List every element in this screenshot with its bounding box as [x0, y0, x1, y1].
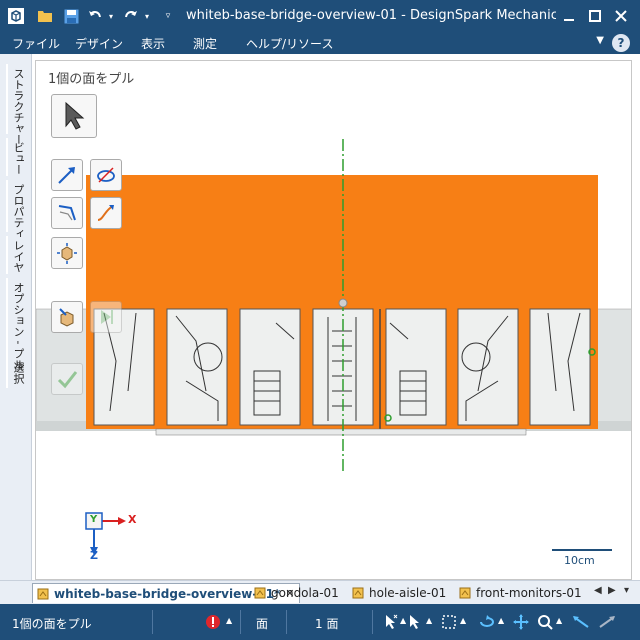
- scale-bar: [552, 549, 612, 551]
- pointer-dropdown-icon[interactable]: ▲: [426, 616, 432, 625]
- undo-icon[interactable]: [86, 6, 104, 26]
- menu-file[interactable]: ファイル: [12, 35, 60, 52]
- previous-view-icon[interactable]: [572, 613, 590, 631]
- pull-direction-tool-button[interactable]: [51, 159, 83, 191]
- select-mode-icon[interactable]: [382, 613, 400, 631]
- close-button[interactable]: [608, 4, 634, 28]
- tab-list-icon[interactable]: ▾: [624, 585, 629, 596]
- revolve-tool-button[interactable]: [90, 159, 122, 191]
- doc-tab-label: gondola-01: [271, 586, 339, 600]
- side-panel-tabs: ストラクチャー ビュー プロパティ レイヤ オプション - プル 選択: [0, 54, 32, 580]
- ribbon-collapse-icon[interactable]: ▼: [596, 35, 604, 46]
- play-forward-icon: [101, 310, 113, 324]
- help-icon[interactable]: ?: [612, 34, 630, 52]
- pull-arrow-icon: [58, 167, 75, 184]
- document-icon: [459, 587, 471, 599]
- selection-type[interactable]: 面: [256, 615, 268, 632]
- complete-checkmark-button[interactable]: [51, 363, 83, 395]
- document-icon: [37, 588, 49, 599]
- error-icon[interactable]: [204, 613, 222, 631]
- tab-layer[interactable]: レイヤ: [6, 236, 26, 274]
- revolve-icon: [97, 167, 115, 183]
- box-select-dropdown-icon[interactable]: ▲: [460, 616, 466, 625]
- blend-cube-icon: [57, 243, 77, 264]
- document-icon: [352, 587, 364, 599]
- document-icon: [254, 587, 266, 599]
- doc-tab-label: whiteb-base-bridge-overview-01*: [54, 586, 281, 601]
- title-bar: ▾ ▾ ▿ whiteb-base-bridge-overview-01 - D…: [0, 0, 640, 32]
- draft-tool-button[interactable]: [90, 197, 122, 229]
- cursor-arrow-icon: [65, 101, 85, 130]
- play-disabled-button[interactable]: [90, 301, 122, 333]
- pan-icon[interactable]: [512, 613, 530, 631]
- menu-bar: ファイル デザイン 表示 測定 ヘルプ/リソース ▼ ?: [0, 32, 640, 54]
- 3d-viewport[interactable]: 1個の面をプル Y X Z 10cm: [35, 60, 632, 580]
- menu-measure[interactable]: 測定: [193, 35, 217, 52]
- x-axis-label: X: [128, 513, 137, 526]
- tab-scroll-left-icon[interactable]: ◀: [594, 585, 602, 596]
- z-axis-label: Z: [90, 549, 98, 562]
- box-select-icon[interactable]: [440, 613, 458, 631]
- panel-windows: [93, 308, 591, 426]
- menu-design[interactable]: デザイン: [75, 35, 123, 52]
- select-tool-button[interactable]: [51, 94, 97, 138]
- minimize-button[interactable]: [556, 4, 582, 28]
- window-title: whiteb-base-bridge-overview-01 - DesignS…: [186, 8, 556, 23]
- app-logo-icon[interactable]: [6, 6, 26, 26]
- zoom-dropdown-icon[interactable]: ▲: [556, 616, 562, 625]
- status-bar: 1個の面をプル ▲ 面 1 面 ▲ ▲ ▲ ▲ ▲: [0, 604, 640, 640]
- sweep-icon: [58, 205, 76, 221]
- redo-dropdown-icon[interactable]: ▾: [142, 6, 152, 26]
- checkmark-icon: [57, 371, 78, 389]
- pull-cube-icon: [59, 308, 74, 327]
- menu-display[interactable]: 表示: [141, 35, 165, 52]
- undo-dropdown-icon[interactable]: ▾: [106, 6, 116, 26]
- open-folder-icon[interactable]: [36, 6, 54, 26]
- customize-toolbar-icon[interactable]: ▿: [162, 6, 174, 26]
- tab-structure[interactable]: ストラクチャー: [6, 64, 26, 145]
- sweep-tool-button[interactable]: [51, 197, 83, 229]
- menu-help-resources[interactable]: ヘルプ/リソース: [246, 35, 333, 52]
- tab-scroll-right-icon[interactable]: ▶: [608, 585, 616, 596]
- scale-label: 10cm: [564, 554, 595, 567]
- selection-count[interactable]: 1 面: [315, 615, 338, 632]
- doc-tab-front-monitors[interactable]: front-monitors-01: [459, 583, 582, 603]
- save-icon[interactable]: [62, 6, 80, 26]
- y-axis-label: Y: [90, 514, 98, 525]
- doc-tab-label: hole-aisle-01: [369, 586, 447, 600]
- next-view-icon[interactable]: [598, 613, 616, 631]
- doc-tab-hole-aisle[interactable]: hole-aisle-01: [352, 583, 446, 603]
- doc-tab-gondola[interactable]: gondola-01: [254, 583, 339, 603]
- pointer-icon[interactable]: [406, 613, 424, 631]
- draft-curve-icon: [97, 205, 114, 221]
- rotate-view-dropdown-icon[interactable]: ▲: [498, 616, 504, 625]
- doc-tab-label: front-monitors-01: [476, 586, 582, 600]
- pull-options-tool-button[interactable]: [51, 301, 83, 333]
- tab-properties[interactable]: プロパティ: [6, 180, 26, 239]
- document-tabs: whiteb-base-bridge-overview-01* ✕ gondol…: [0, 580, 640, 604]
- maximize-button[interactable]: [582, 4, 608, 28]
- blend-tool-button[interactable]: [51, 237, 83, 269]
- redo-icon[interactable]: [122, 6, 140, 26]
- tab-selection[interactable]: 選択: [6, 358, 26, 388]
- status-message: 1個の面をプル: [12, 617, 92, 631]
- zoom-icon[interactable]: [536, 613, 554, 631]
- error-dropdown-icon[interactable]: ▲: [226, 616, 232, 625]
- rotate-view-icon[interactable]: [478, 613, 496, 631]
- tab-view[interactable]: ビュー: [6, 138, 26, 176]
